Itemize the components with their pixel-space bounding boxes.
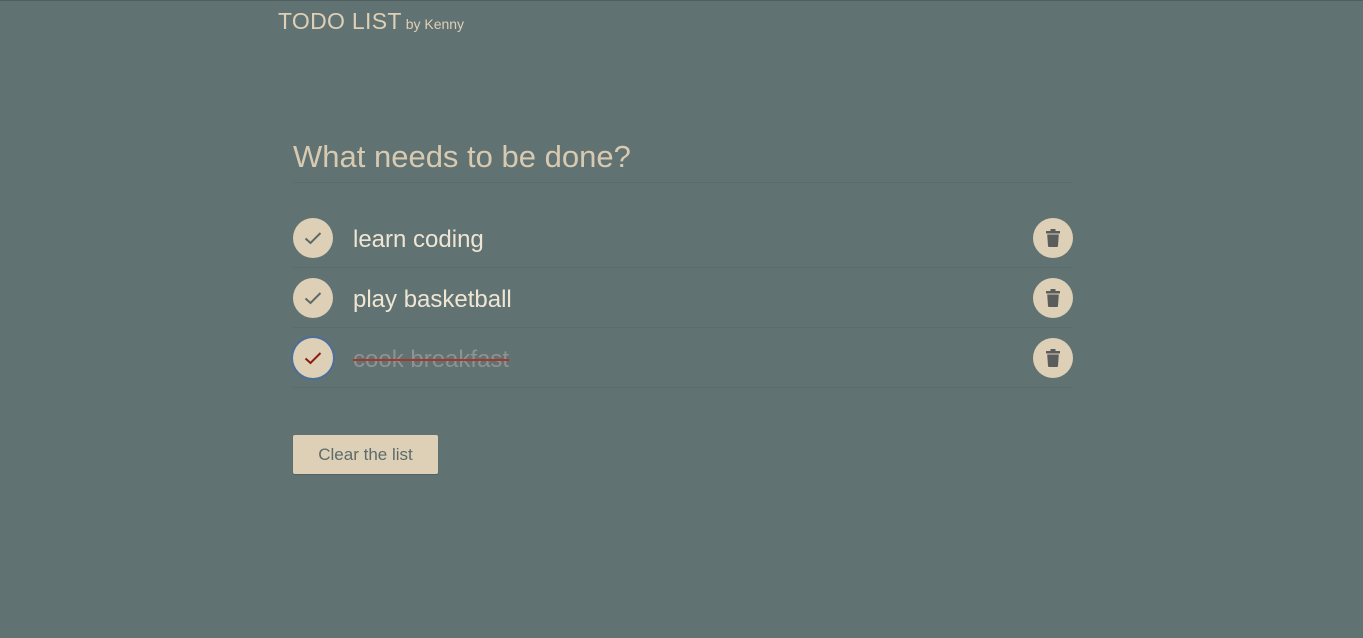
todo-delete-button[interactable] — [1033, 278, 1073, 318]
app-title: TODO LIST — [278, 8, 402, 34]
todo-check-button[interactable] — [293, 218, 333, 258]
trash-icon — [1046, 229, 1060, 247]
trash-icon — [1046, 349, 1060, 367]
check-icon — [304, 292, 322, 305]
check-icon — [304, 232, 322, 245]
todo-text: learn coding — [353, 226, 484, 253]
todo-item: cook breakfast — [293, 328, 1073, 388]
todo-text: play basketball — [353, 286, 512, 313]
todo-delete-button[interactable] — [1033, 338, 1073, 378]
todo-item: learn coding — [293, 208, 1073, 268]
todo-check-button[interactable] — [293, 278, 333, 318]
check-icon — [304, 352, 322, 365]
app-header: TODO LIST by Kenny — [278, 8, 464, 35]
clear-list-button[interactable]: Clear the list — [293, 435, 438, 474]
todo-delete-button[interactable] — [1033, 218, 1073, 258]
app-byline: by Kenny — [405, 16, 465, 32]
todo-item: play basketball — [293, 268, 1073, 328]
trash-icon — [1046, 289, 1060, 307]
todo-check-button[interactable] — [293, 338, 333, 378]
todo-text: cook breakfast — [353, 346, 510, 373]
new-todo-input[interactable] — [293, 131, 1073, 183]
todo-app: TODO LISTby Kenny learn coding play bask… — [0, 0, 1363, 638]
